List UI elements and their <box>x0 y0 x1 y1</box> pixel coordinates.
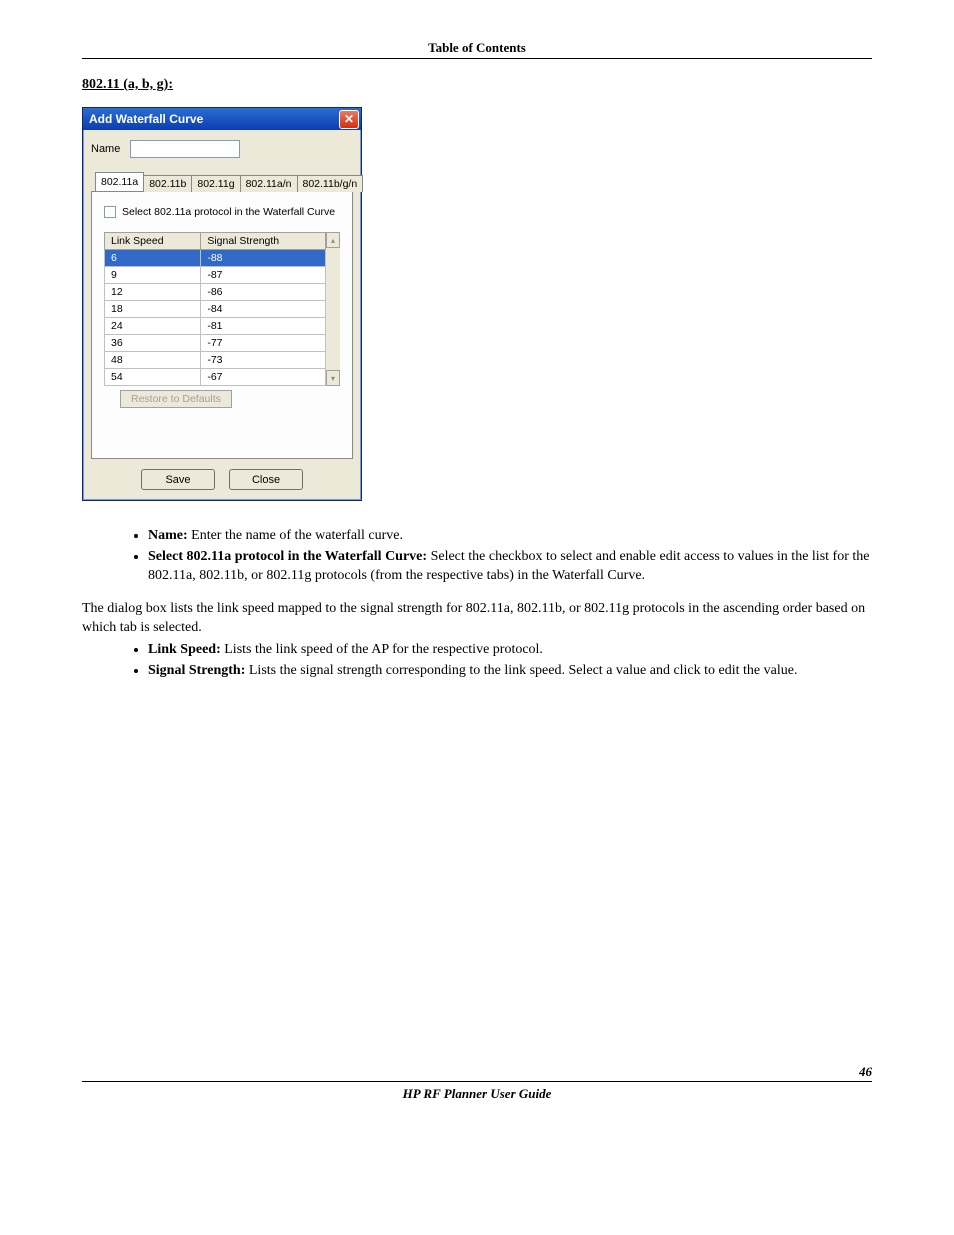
name-label: Name <box>91 143 120 155</box>
dialog-titlebar: Add Waterfall Curve ✕ <box>83 108 361 130</box>
list-item: Signal Strength: Lists the signal streng… <box>148 662 872 681</box>
table-row[interactable]: 12 -86 <box>105 284 326 301</box>
page-footer: 46 HP RF Planner User Guide <box>82 1081 872 1110</box>
select-protocol-checkbox[interactable] <box>104 206 116 218</box>
table-row[interactable]: 6 -88 <box>105 250 326 267</box>
page-header: Table of Contents <box>82 40 872 59</box>
tab-802-11an[interactable]: 802.11a/n <box>240 175 298 192</box>
tab-802-11g[interactable]: 802.11g <box>191 175 240 192</box>
name-input[interactable] <box>130 140 240 158</box>
grid-scrollbar[interactable]: ▴ ▾ <box>326 232 340 386</box>
col-signal-strength[interactable]: Signal Strength <box>201 233 326 250</box>
select-protocol-label: Select 802.11a protocol in the Waterfall… <box>122 206 335 218</box>
scroll-down-icon[interactable]: ▾ <box>326 370 340 386</box>
section-heading: 802.11 (a, b, g): <box>82 77 872 93</box>
tab-802-11b[interactable]: 802.11b <box>143 175 192 192</box>
footer-title: HP RF Planner User Guide <box>82 1086 872 1102</box>
table-row[interactable]: 36 -77 <box>105 335 326 352</box>
tab-802-11a[interactable]: 802.11a <box>95 172 144 191</box>
save-button[interactable]: Save <box>141 469 215 490</box>
restore-defaults-button: Restore to Defaults <box>120 390 232 408</box>
page-number: 46 <box>859 1064 872 1080</box>
list-item: Select 802.11a protocol in the Waterfall… <box>148 548 872 586</box>
col-link-speed[interactable]: Link Speed <box>105 233 201 250</box>
add-waterfall-dialog: Add Waterfall Curve ✕ Name 802.11a 802.1… <box>82 107 362 501</box>
tab-802-11bgn[interactable]: 802.11b/g/n <box>297 175 364 192</box>
link-speed-grid[interactable]: Link Speed Signal Strength 6 -88 9 <box>104 232 326 386</box>
table-row[interactable]: 54 -67 <box>105 369 326 386</box>
close-button[interactable]: Close <box>229 469 303 490</box>
close-icon[interactable]: ✕ <box>339 110 359 129</box>
table-row[interactable]: 24 -81 <box>105 318 326 335</box>
table-row[interactable]: 9 -87 <box>105 267 326 284</box>
dialog-title: Add Waterfall Curve <box>89 112 203 126</box>
body-text: Name: Enter the name of the waterfall cu… <box>82 527 872 681</box>
paragraph: The dialog box lists the link speed mapp… <box>82 600 872 638</box>
table-row[interactable]: 18 -84 <box>105 301 326 318</box>
protocol-tabstrip: 802.11a 802.11b 802.11g 802.11a/n 802.11… <box>95 172 353 191</box>
list-item: Name: Enter the name of the waterfall cu… <box>148 527 872 546</box>
list-item: Link Speed: Lists the link speed of the … <box>148 641 872 660</box>
scroll-up-icon[interactable]: ▴ <box>326 232 340 248</box>
tab-panel: Select 802.11a protocol in the Waterfall… <box>91 191 353 459</box>
table-row[interactable]: 48 -73 <box>105 352 326 369</box>
